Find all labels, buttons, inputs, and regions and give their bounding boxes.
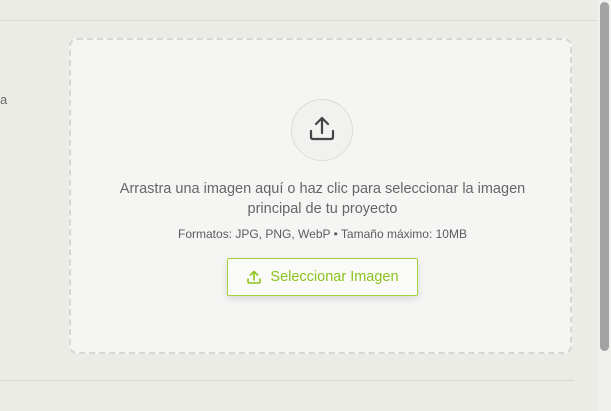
bottom-divider [0, 380, 574, 381]
image-dropzone[interactable]: Arrastra una imagen aquí o haz clic para… [69, 38, 572, 354]
page: a Arrastra una imagen aquí o haz clic pa… [0, 0, 611, 411]
truncated-side-text: a [0, 92, 8, 107]
upload-icon [246, 269, 262, 285]
select-image-button-label: Seleccionar Imagen [270, 269, 399, 285]
select-image-button[interactable]: Seleccionar Imagen [227, 258, 418, 296]
dropzone-instructions: Arrastra una imagen aquí o haz clic para… [119, 181, 526, 217]
dropzone-formats: Formatos: JPG, PNG, WebP • Tamaño máximo… [178, 227, 467, 241]
upload-icon-circle [291, 99, 353, 161]
top-divider [0, 20, 598, 21]
upload-icon [307, 113, 337, 148]
scrollbar-thumb[interactable] [600, 2, 609, 351]
